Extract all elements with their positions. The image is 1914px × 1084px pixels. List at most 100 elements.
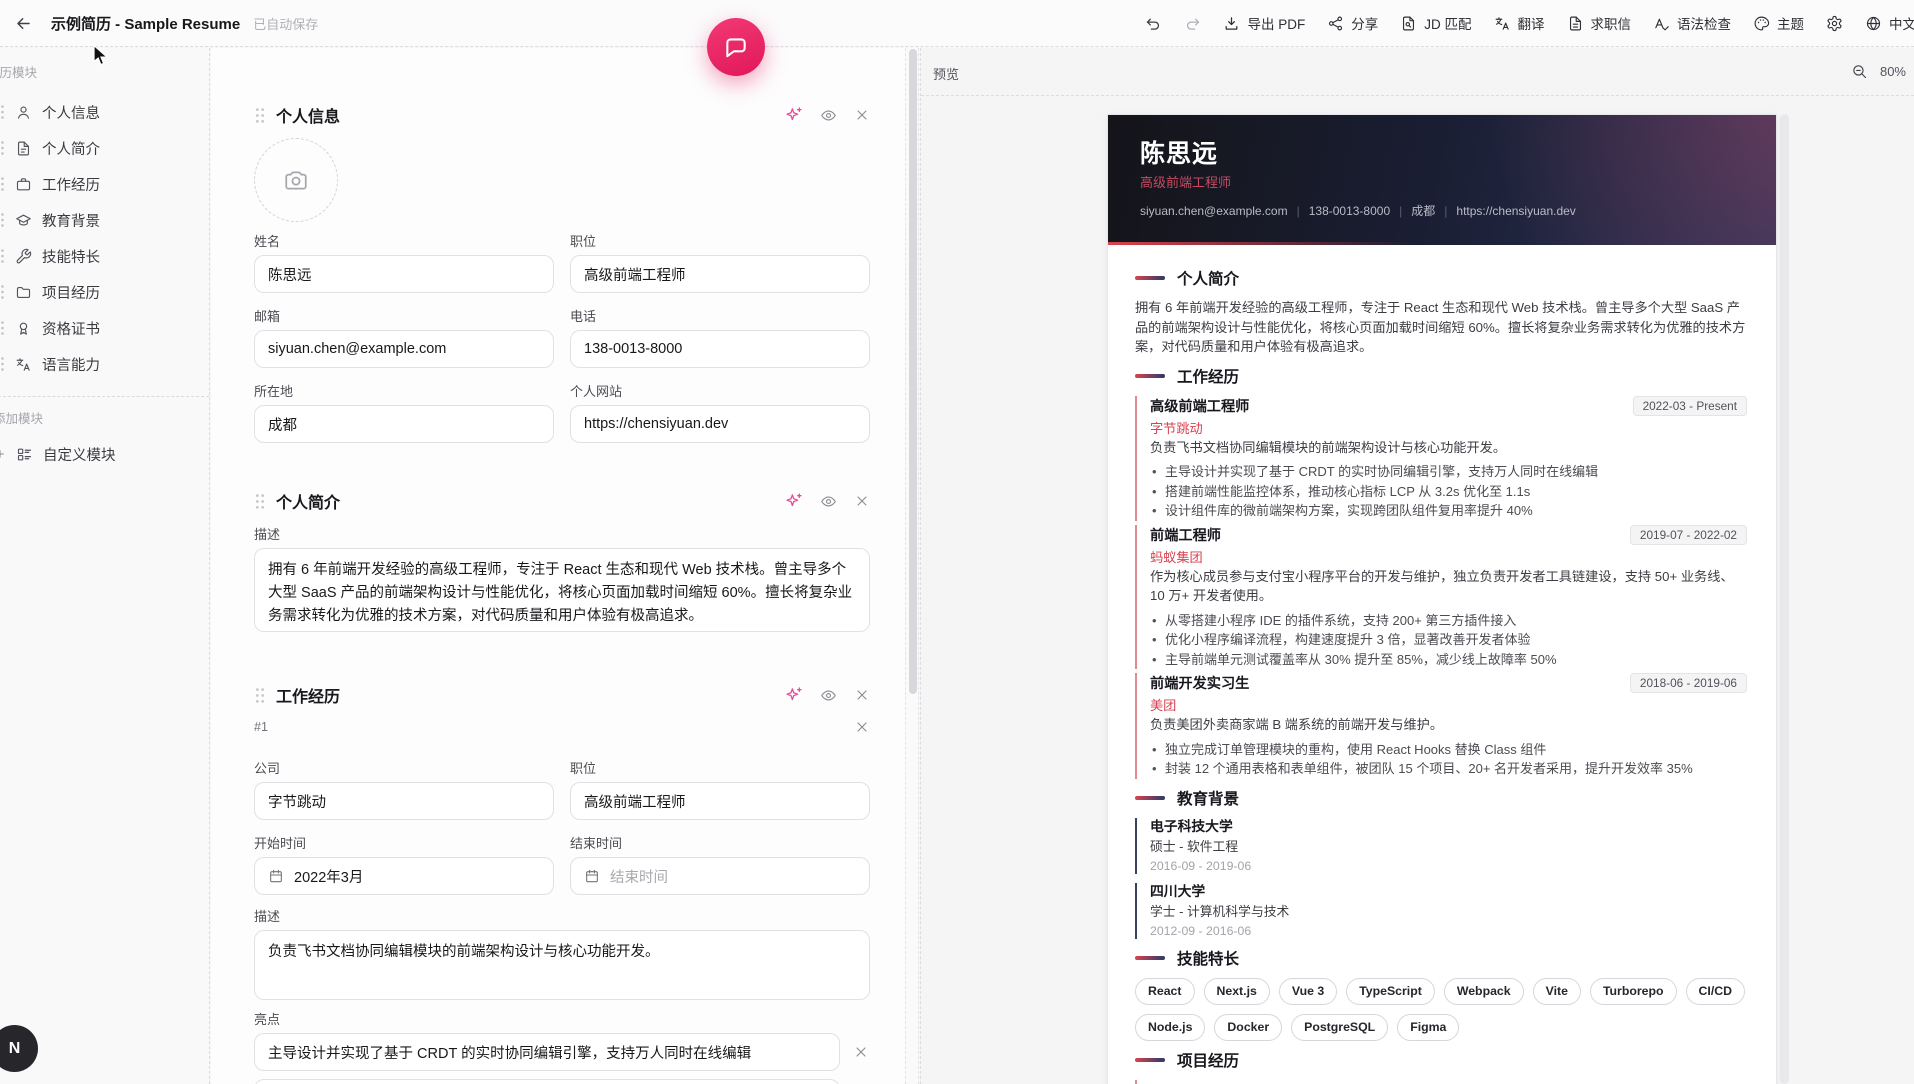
drag-handle-icon[interactable] (0, 356, 5, 372)
name-input[interactable] (254, 255, 554, 293)
end-date-picker[interactable]: 结束时间 (570, 857, 870, 895)
visibility-toggle-button[interactable] (820, 107, 837, 124)
resume-section-title: 个人简介 (1177, 267, 1239, 289)
ai-chat-fab[interactable] (707, 18, 765, 76)
translate-label: 翻译 (1518, 13, 1545, 33)
language-button[interactable]: 中文 (1855, 6, 1914, 40)
editor-scrollbar-thumb[interactable] (909, 49, 917, 694)
highlight-input[interactable] (254, 1033, 840, 1071)
skill-pill: CI/CD (1686, 978, 1745, 1005)
translate-button[interactable]: 翻译 (1484, 6, 1555, 40)
sidebar-item-languages[interactable]: 语言能力 (0, 346, 209, 382)
ai-polish-button[interactable] (785, 686, 803, 704)
undo-button[interactable] (1135, 8, 1172, 39)
skill-pill: Node.js (1135, 1014, 1205, 1041)
work-bullets: 主导设计并实现了基于 CRDT 的实时协同编辑引擎，支持万人同时在线编辑 搭建前… (1150, 462, 1747, 521)
email-input[interactable] (254, 330, 554, 368)
section-actions (785, 686, 870, 704)
visibility-toggle-button[interactable] (820, 687, 837, 704)
work-desc: 负责飞书文档协同编辑模块的前端架构设计与核心功能开发。 (1150, 438, 1747, 458)
sidebar-item-personal-info[interactable]: 个人信息 (0, 94, 209, 130)
field-label: 开始时间 (254, 836, 554, 851)
grammar-check-button[interactable]: 语法检查 (1643, 6, 1741, 40)
highlight-input[interactable] (254, 1079, 840, 1084)
remove-section-button[interactable] (854, 687, 870, 703)
work-position-input[interactable] (570, 782, 870, 820)
visibility-toggle-button[interactable] (820, 493, 837, 510)
header-accent-line (1108, 242, 1415, 245)
sparkle-icon (785, 686, 803, 704)
drag-handle-icon[interactable] (254, 493, 266, 510)
ai-polish-button[interactable] (785, 106, 803, 124)
zoom-out-icon[interactable] (1851, 63, 1868, 80)
ai-polish-button[interactable] (785, 492, 803, 510)
phone-input[interactable] (570, 330, 870, 368)
remove-section-button[interactable] (854, 493, 870, 509)
work-entry: 高级前端工程师 2022-03 - Present 字节跳动 负责飞书文档协同编… (1135, 396, 1747, 521)
section-dash (1135, 374, 1165, 378)
drag-handle-icon[interactable] (0, 320, 5, 336)
back-button[interactable] (8, 8, 38, 38)
resume-job-title: 高级前端工程师 (1140, 175, 1744, 191)
section-title: 工作经历 (276, 683, 340, 707)
position-input[interactable] (570, 255, 870, 293)
location-input[interactable] (254, 405, 554, 443)
preview-panel: 预览 80% 陈思远 高级前端工程师 siyuan.chen@example.c… (920, 48, 1914, 1084)
sidebar-item-projects[interactable]: 项目经历 (0, 274, 209, 310)
export-pdf-label: 导出 PDF (1247, 13, 1305, 33)
sidebar: 简历模块 个人信息 个人简介 工作经历 教育背景 技能特长 (0, 48, 210, 1084)
sidebar-item-summary[interactable]: 个人简介 (0, 130, 209, 166)
drag-handle-icon[interactable] (0, 140, 5, 156)
section-dash (1135, 956, 1165, 960)
sidebar-item-label: 工作经历 (42, 174, 100, 195)
drag-handle-icon[interactable] (0, 284, 5, 300)
remove-section-button[interactable] (854, 107, 870, 123)
share-label: 分享 (1351, 13, 1378, 33)
sidebar-item-custom-module[interactable]: 自定义模块 (0, 436, 209, 472)
share-button[interactable]: 分享 (1317, 6, 1388, 40)
start-date-value: 2022年3月 (294, 866, 363, 887)
download-icon (1223, 15, 1240, 32)
remove-highlight-button[interactable] (853, 1044, 869, 1060)
drag-handle-icon[interactable] (254, 107, 266, 124)
undo-icon (1145, 15, 1162, 32)
badge-letter: N (9, 1040, 21, 1058)
sidebar-item-certificates[interactable]: 资格证书 (0, 310, 209, 346)
drag-handle-icon[interactable] (0, 104, 5, 120)
settings-button[interactable] (1816, 8, 1853, 39)
export-pdf-button[interactable]: 导出 PDF (1213, 6, 1315, 40)
autosave-status: 已自动保存 (253, 14, 318, 33)
work-bullets: 从零搭建小程序 IDE 的插件系统，支持 200+ 第三方插件接入 优化小程序编… (1150, 611, 1747, 670)
skill-pill: Docker (1214, 1014, 1282, 1041)
redo-button[interactable] (1174, 8, 1211, 39)
company-input[interactable] (254, 782, 554, 820)
sidebar-item-education[interactable]: 教育背景 (0, 202, 209, 238)
field-label: 电话 (570, 309, 870, 324)
work-company: 美团 (1150, 696, 1747, 715)
spellcheck-icon (1653, 15, 1670, 32)
theme-button[interactable]: 主题 (1743, 6, 1814, 40)
education-degree: 硕士 - 软件工程 (1150, 838, 1747, 855)
drag-handle-icon[interactable] (0, 212, 5, 228)
eye-icon (820, 107, 837, 124)
share-icon (1327, 15, 1344, 32)
work-desc-textarea[interactable]: 负责飞书文档协同编辑模块的前端架构设计与核心功能开发。 (254, 930, 870, 1000)
drag-handle-icon[interactable] (0, 176, 5, 192)
drag-handle-icon[interactable] (254, 687, 266, 704)
avatar-upload[interactable] (254, 138, 338, 222)
summary-textarea[interactable]: 拥有 6 年前端开发经验的高级工程师，专注于 React 生态和现代 Web 技… (254, 548, 870, 632)
jd-match-button[interactable]: JD 匹配 (1390, 6, 1481, 40)
drag-handle-icon[interactable] (0, 248, 5, 264)
remove-entry-button[interactable] (854, 719, 870, 735)
editor-scrollbar (905, 48, 919, 1084)
cover-letter-button[interactable]: 求职信 (1557, 6, 1642, 40)
preview-scrollbar[interactable] (1780, 114, 1789, 1084)
redo-icon (1184, 15, 1201, 32)
sidebar-item-work[interactable]: 工作经历 (0, 166, 209, 202)
sidebar-item-skills[interactable]: 技能特长 (0, 238, 209, 274)
start-date-picker[interactable]: 2022年3月 (254, 857, 554, 895)
editor-panel: 个人信息 姓名 职位 邮箱 (211, 48, 905, 1084)
work-bullet: 优化小程序编译流程，构建速度提升 3 倍，显著改善开发者体验 (1150, 630, 1747, 650)
work-company: 蚂蚁集团 (1150, 548, 1747, 567)
website-input[interactable] (570, 405, 870, 443)
